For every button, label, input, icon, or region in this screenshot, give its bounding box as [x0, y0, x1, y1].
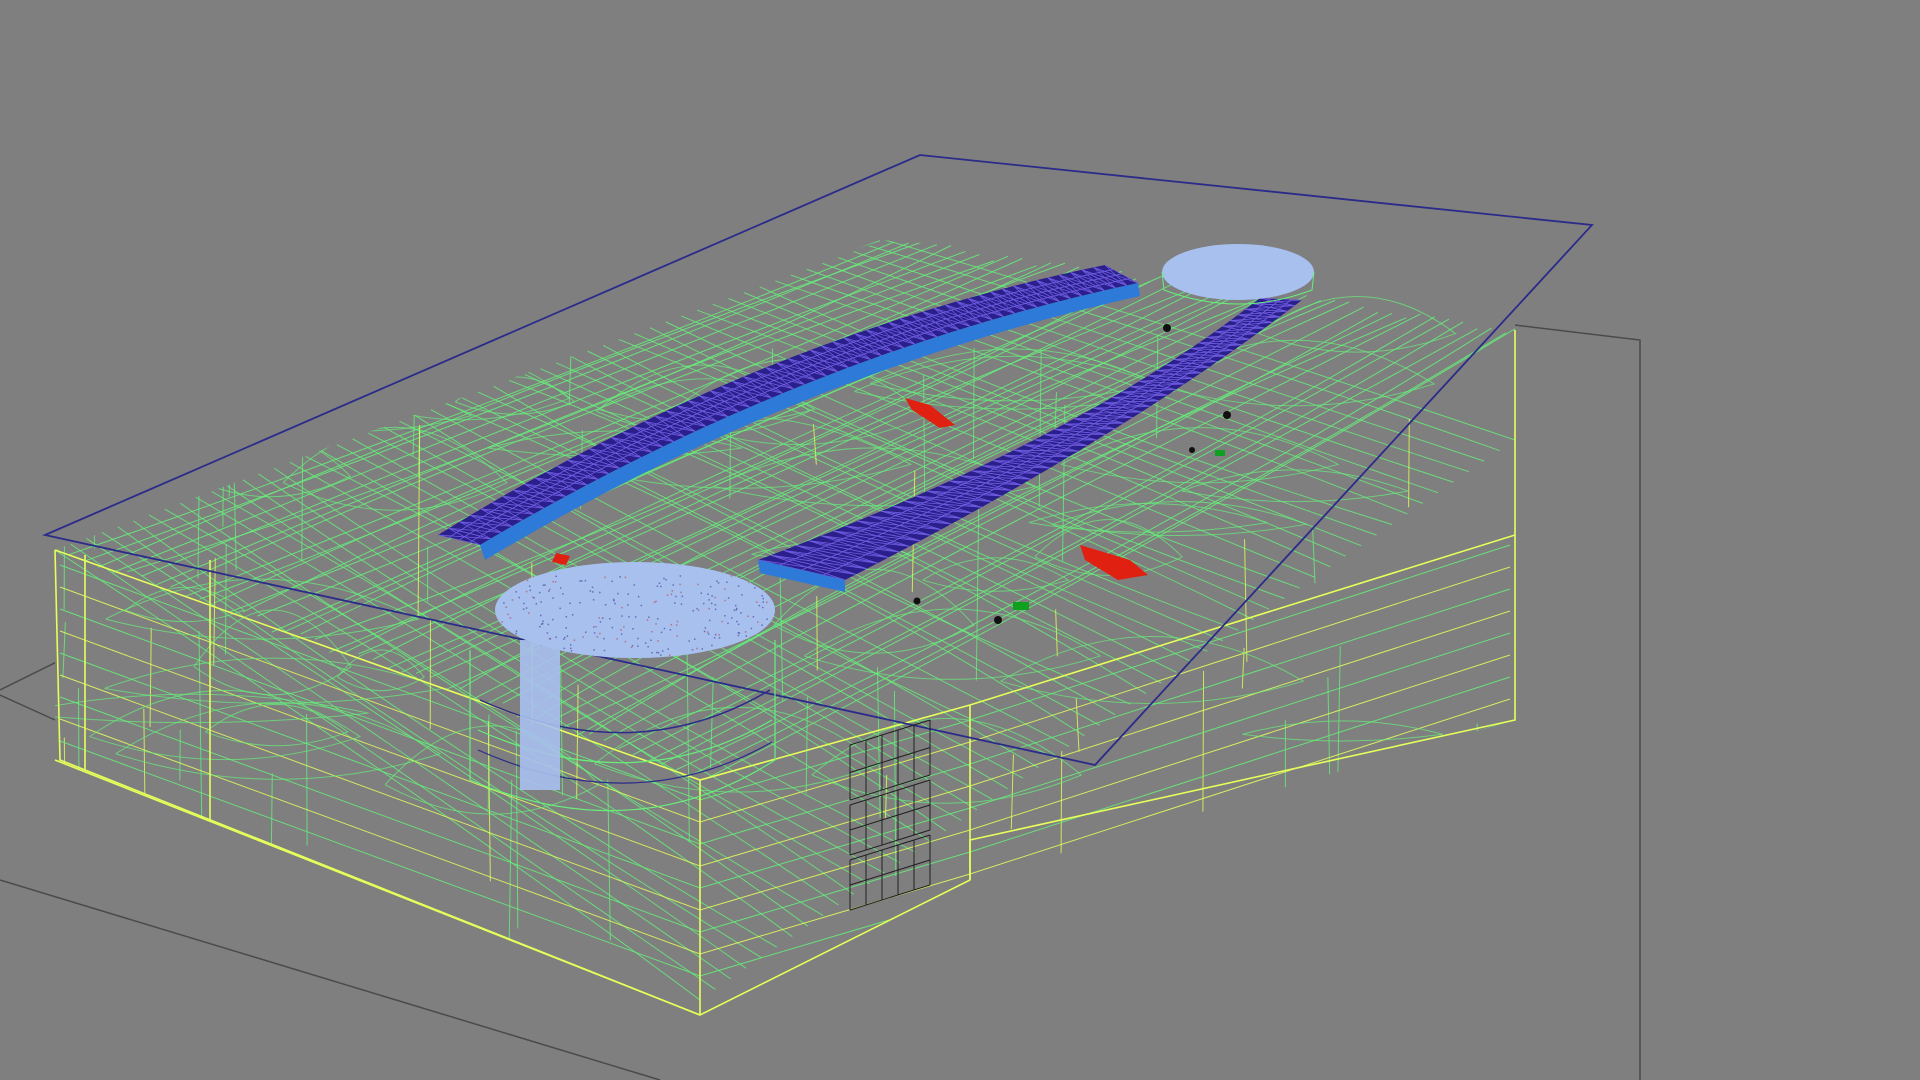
wireframe-scene[interactable]: [0, 0, 1920, 1080]
3d-viewport[interactable]: [0, 0, 1920, 1080]
building-shell: [55, 240, 1515, 1015]
